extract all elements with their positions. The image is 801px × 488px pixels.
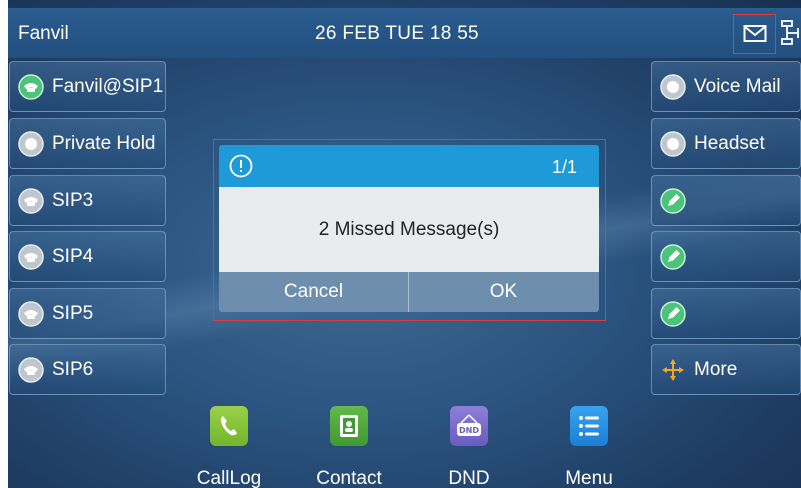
move-arrows-icon (662, 359, 684, 381)
missed-message-dialog: 1/1 2 Missed Message(s) Cancel OK (219, 145, 599, 312)
menu-icon (570, 406, 608, 446)
softkey-contact[interactable]: Contact (304, 406, 394, 488)
headset-icon (660, 131, 686, 157)
line-key-label: SIP5 (52, 303, 94, 324)
softkey-label: Menu (565, 468, 613, 488)
dialog-header: 1/1 (219, 145, 599, 187)
status-datetime: 26 FEB TUE 18 55 (315, 23, 479, 44)
function-key-empty-2[interactable] (651, 231, 801, 282)
missed-message-indicator[interactable] (733, 14, 776, 54)
phone-gray-icon (18, 357, 44, 383)
contact-icon (330, 406, 368, 446)
edit-icon (660, 188, 686, 214)
status-bar: Fanvil 26 FEB TUE 18 55 (8, 8, 801, 58)
line-key-label: Private Hold (52, 133, 156, 154)
softkey-calllog[interactable]: CallLog (184, 406, 274, 488)
network-icon (781, 20, 799, 45)
hold-icon (18, 131, 44, 157)
line-key-label: SIP3 (52, 190, 94, 211)
cancel-button[interactable]: Cancel (219, 272, 408, 312)
line-key-3[interactable]: SIP3 (9, 175, 166, 226)
edit-icon (660, 301, 686, 327)
function-key-voice-mail[interactable]: Voice Mail (651, 61, 801, 112)
function-key-label: Headset (694, 133, 765, 154)
softkey-label: Contact (316, 468, 382, 488)
function-key-label: Voice Mail (694, 76, 781, 97)
phone-gray-icon (18, 301, 44, 327)
dialog-page-indicator: 1/1 (551, 157, 577, 177)
dialog-button-bar: Cancel OK (219, 272, 599, 312)
softkey-menu[interactable]: Menu (544, 406, 634, 488)
line-key-label: Fanvil@SIP1 (52, 76, 164, 97)
phone-gray-icon (18, 188, 44, 214)
envelope-icon (743, 25, 767, 42)
phone-green-icon (18, 74, 44, 100)
line-key-1[interactable]: Fanvil@SIP1 (9, 61, 166, 112)
softkey-label: CallLog (196, 468, 262, 488)
status-title: Fanvil (18, 23, 69, 44)
function-key-label: More (694, 359, 738, 380)
line-key-4[interactable]: SIP4 (9, 231, 166, 282)
screen-border (0, 0, 8, 488)
dnd-icon: DND (450, 406, 488, 446)
softkey-label: DND (448, 468, 490, 488)
function-key-empty-1[interactable] (651, 175, 801, 226)
phone-gray-icon (18, 244, 44, 270)
voicemail-icon (660, 74, 686, 100)
line-key-label: SIP6 (52, 359, 94, 380)
function-key-more[interactable]: More (651, 344, 801, 395)
phone-screen: Fanvil 26 FEB TUE 18 55 Fanvil@SIP1 Priv… (0, 0, 801, 488)
softkey-dnd[interactable]: DND DND (424, 406, 514, 488)
dnd-icon-text: DND (459, 426, 479, 435)
function-key-empty-3[interactable] (651, 288, 801, 339)
line-key-label: SIP4 (52, 246, 94, 267)
edit-icon (660, 244, 686, 270)
line-key-5[interactable]: SIP5 (9, 288, 166, 339)
line-key-6[interactable]: SIP6 (9, 344, 166, 395)
function-key-headset[interactable]: Headset (651, 118, 801, 169)
alert-icon (229, 154, 253, 178)
ok-button[interactable]: OK (409, 272, 598, 312)
line-key-2[interactable]: Private Hold (9, 118, 166, 169)
calllog-icon (210, 406, 248, 446)
dialog-message: 2 Missed Message(s) (219, 187, 599, 272)
